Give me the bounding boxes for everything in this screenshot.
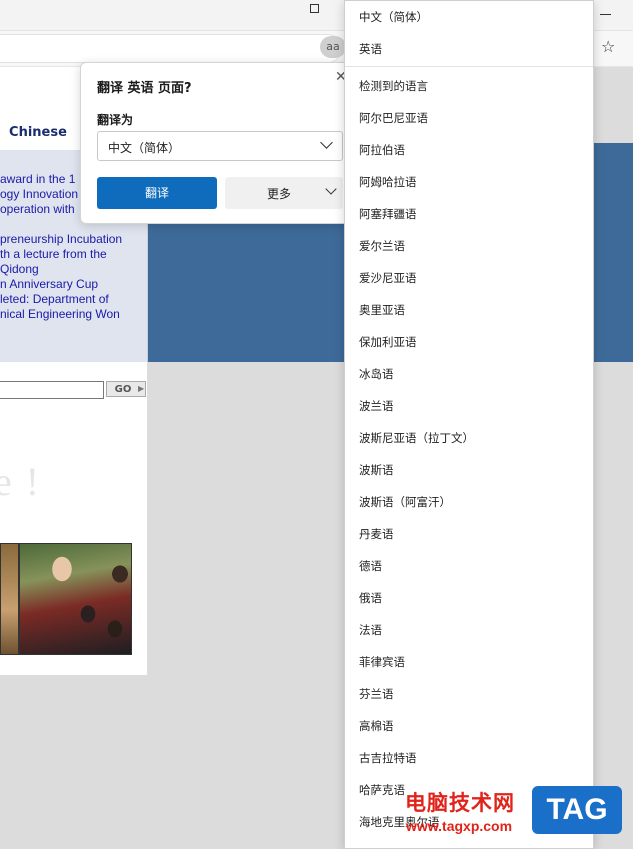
watermark-text: 电脑技术网: [405, 791, 515, 815]
news-link[interactable]: operation with: [0, 202, 75, 216]
language-option[interactable]: 爱尔兰语: [359, 238, 405, 254]
language-option[interactable]: 阿姆哈拉语: [359, 174, 417, 190]
translate-popup: 翻译 英语 页面? ✕ 翻译为 中文（简体） 翻译 更多: [80, 62, 350, 224]
decorative-text: e !: [0, 459, 42, 504]
photo-thumbnail[interactable]: [19, 543, 132, 655]
chevron-down-icon: [325, 183, 337, 195]
translate-button[interactable]: 翻译: [97, 177, 217, 209]
news-link[interactable]: Qidong: [0, 262, 39, 276]
language-option[interactable]: 哈萨克语: [359, 782, 405, 798]
address-bar[interactable]: [0, 34, 342, 63]
photo-thumbnail[interactable]: [0, 543, 19, 655]
read-aloud-icon[interactable]: aa: [320, 36, 346, 58]
language-dropdown-list[interactable]: 中文（简体） 英语检测到的语言 阿尔巴尼亚语 阿拉伯语阿姆哈拉语阿塞拜疆语爱尔兰语爱沙…: [344, 0, 594, 849]
more-button-label: 更多: [267, 187, 292, 201]
language-option[interactable]: 波兰语: [359, 398, 394, 414]
language-option[interactable]: 丹麦语: [359, 526, 394, 542]
minimize-window-button[interactable]: [600, 14, 611, 15]
language-option[interactable]: 阿拉伯语: [359, 142, 405, 158]
language-option[interactable]: 阿尔巴尼亚语: [359, 110, 428, 126]
language-option[interactable]: 中文（简体）: [359, 9, 428, 25]
detected-language-option[interactable]: 检测到的语言: [359, 78, 428, 94]
language-option[interactable]: 波斯语: [359, 462, 394, 478]
popup-title: 翻译 英语 页面?: [97, 81, 192, 96]
language-option[interactable]: 阿塞拜疆语: [359, 206, 417, 222]
tab-chinese[interactable]: Chinese: [0, 118, 76, 148]
language-option[interactable]: 波斯尼亚语（拉丁文）: [359, 430, 474, 446]
watermark-logo: TAG: [532, 786, 622, 834]
language-option[interactable]: 奥里亚语: [359, 302, 405, 318]
translate-to-label: 翻译为: [97, 113, 134, 127]
watermark-url: www.tagxp.com: [406, 818, 513, 834]
news-link[interactable]: ogy Innovation: [0, 187, 78, 201]
news-link[interactable]: th a lecture from the: [0, 247, 107, 261]
news-link[interactable]: award in the 1: [0, 172, 75, 186]
dropdown-separator: [345, 66, 593, 67]
language-option[interactable]: 保加利亚语: [359, 334, 417, 350]
language-option[interactable]: 菲律宾语: [359, 654, 405, 670]
language-option[interactable]: 俄语: [359, 590, 382, 606]
go-arrow-icon: ▶: [138, 384, 145, 393]
news-link[interactable]: preneurship Incubation: [0, 232, 122, 246]
language-option[interactable]: 英语: [359, 41, 382, 57]
language-option[interactable]: 冰岛语: [359, 366, 394, 382]
language-option[interactable]: 芬兰语: [359, 686, 394, 702]
restore-window-button[interactable]: [310, 4, 319, 13]
language-option[interactable]: 爱沙尼亚语: [359, 270, 417, 286]
language-option[interactable]: 古吉拉特语: [359, 750, 417, 766]
news-link[interactable]: leted: Department of: [0, 292, 109, 306]
target-language-select[interactable]: 中文（简体）: [97, 131, 343, 161]
language-option[interactable]: 波斯语（阿富汗）: [359, 494, 451, 510]
favorites-star-icon[interactable]: ☆: [601, 37, 615, 56]
language-option[interactable]: 高棉语: [359, 718, 394, 734]
selected-language-value: 中文（简体）: [108, 141, 181, 155]
news-link[interactable]: n Anniversary Cup: [0, 277, 98, 291]
site-search-input[interactable]: [0, 381, 104, 399]
language-option[interactable]: 德语: [359, 558, 382, 574]
news-link[interactable]: nical Engineering Won: [0, 307, 120, 321]
more-options-button[interactable]: 更多: [225, 177, 343, 209]
chevron-down-icon: [320, 136, 333, 149]
language-option[interactable]: 法语: [359, 622, 382, 638]
